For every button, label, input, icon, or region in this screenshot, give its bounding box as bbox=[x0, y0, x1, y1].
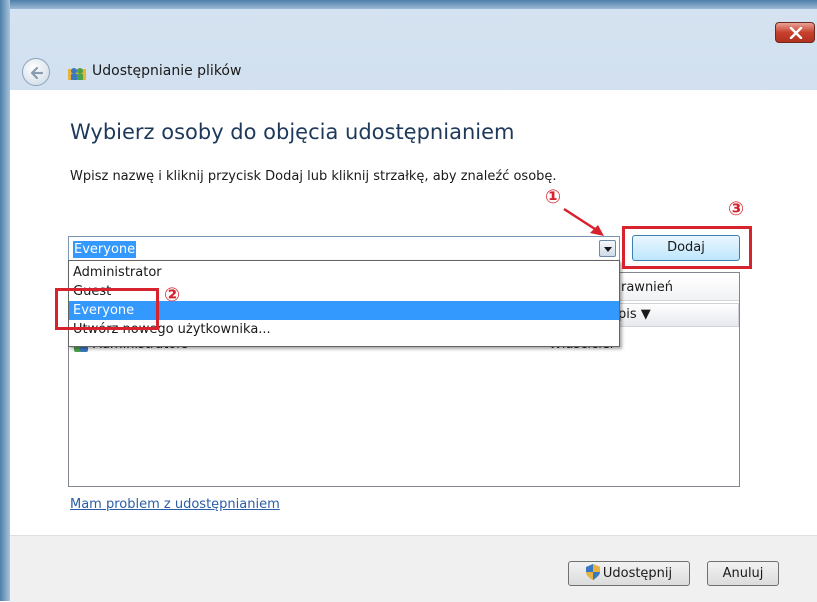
frame-top-edge bbox=[0, 0, 817, 9]
share-button[interactable]: Udostępnij bbox=[568, 561, 690, 586]
share-button-label: Udostępnij bbox=[602, 566, 673, 581]
sharing-icon bbox=[68, 68, 86, 80]
annotation-callout-1: ① bbox=[545, 186, 562, 208]
annotation-callout-2: ② bbox=[164, 284, 181, 306]
instruction-text: Wpisz nazwę i kliknij przycisk Dodaj lub… bbox=[70, 169, 557, 184]
cancel-button[interactable]: Anuluj bbox=[707, 561, 779, 586]
close-button[interactable] bbox=[775, 22, 815, 43]
help-link[interactable]: Mam problem z udostępnianiem bbox=[70, 497, 280, 512]
window-title: Udostępnianie plików bbox=[92, 63, 242, 79]
combo-input-value[interactable]: Everyone bbox=[73, 241, 137, 258]
user-combo-box[interactable]: Everyone bbox=[68, 236, 620, 261]
shield-icon bbox=[585, 564, 600, 580]
close-icon bbox=[789, 27, 803, 39]
annotation-box-everyone bbox=[55, 288, 159, 330]
frame-left-edge bbox=[0, 0, 10, 601]
title-bar: Udostępnianie plików bbox=[22, 53, 817, 93]
annotation-box-add bbox=[622, 226, 752, 269]
annotation-arrow-icon bbox=[563, 207, 604, 236]
dropdown-option-administrator[interactable]: Administrator bbox=[69, 263, 619, 282]
footer-bar: Udostępnij Anuluj bbox=[10, 535, 817, 602]
back-arrow-icon bbox=[30, 66, 44, 80]
chevron-down-icon bbox=[604, 247, 612, 252]
back-button[interactable] bbox=[22, 58, 50, 86]
page-heading: Wybierz osoby do objęcia udostępnianiem bbox=[70, 120, 515, 144]
annotation-callout-3: ③ bbox=[728, 198, 745, 220]
combo-dropdown-button[interactable] bbox=[599, 240, 616, 257]
